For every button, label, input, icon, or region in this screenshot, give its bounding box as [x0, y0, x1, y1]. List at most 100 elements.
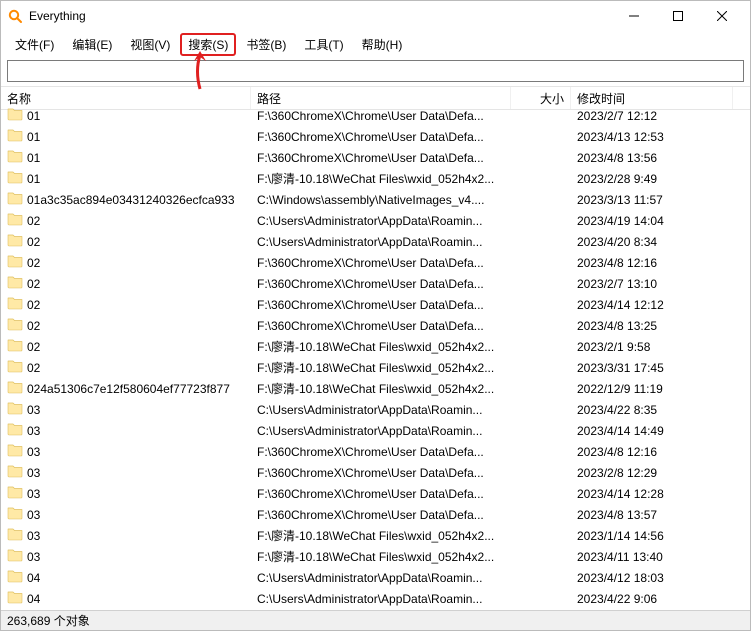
- result-row[interactable]: 03F:\廖清-10.18\WeChat Files\wxid_052h4x2.…: [1, 546, 750, 567]
- folder-icon: [7, 422, 27, 439]
- folder-icon: [7, 254, 27, 271]
- result-row[interactable]: 02C:\Users\Administrator\AppData\Roamin.…: [1, 210, 750, 231]
- folder-icon: [7, 527, 27, 544]
- menu-file[interactable]: 文件(F): [7, 33, 62, 56]
- cell-date: 2023/4/11 13:40: [577, 550, 663, 564]
- cell-path: F:\廖清-10.18\WeChat Files\wxid_052h4x2...: [257, 359, 494, 376]
- result-row[interactable]: 03F:\360ChromeX\Chrome\User Data\Defa...…: [1, 441, 750, 462]
- cell-name: 04: [27, 571, 40, 585]
- cell-date: 2022/12/9 11:19: [577, 382, 663, 396]
- cell-date: 2023/2/28 9:49: [577, 172, 657, 186]
- folder-icon: [7, 590, 27, 607]
- cell-date: 2023/3/31 17:45: [577, 361, 664, 375]
- result-row[interactable]: 03 C:\Users\Administrator\AppData\Roamin.…: [1, 420, 750, 441]
- cell-name: 03: [27, 550, 40, 564]
- result-row[interactable]: 02F:\360ChromeX\Chrome\User Data\Defa...…: [1, 294, 750, 315]
- status-bar: 263,689 个对象: [1, 610, 750, 630]
- folder-icon: [7, 401, 27, 418]
- cell-name: 02: [27, 319, 40, 333]
- menu-view[interactable]: 视图(V): [122, 33, 178, 56]
- cell-name: 02: [27, 256, 40, 270]
- cell-path: F:\360ChromeX\Chrome\User Data\Defa...: [257, 277, 484, 291]
- result-row[interactable]: 02F:\360ChromeX\Chrome\User Data\Defa...…: [1, 273, 750, 294]
- menu-tools[interactable]: 工具(T): [296, 33, 351, 56]
- result-row[interactable]: 04C:\Users\Administrator\AppData\Roamin.…: [1, 567, 750, 588]
- cell-path: F:\廖清-10.18\WeChat Files\wxid_052h4x2...: [257, 338, 494, 355]
- cell-date: 2023/4/14 14:49: [577, 424, 664, 438]
- cell-path: F:\360ChromeX\Chrome\User Data\Defa...: [257, 151, 484, 165]
- results-list[interactable]: 01 F:\360ChromeX\Chrome\User Data\Defa...…: [1, 105, 750, 610]
- result-row[interactable]: 024a51306c7e12f580604ef77723f877F:\廖清-10…: [1, 378, 750, 399]
- status-count: 263,689 个对象: [7, 612, 90, 629]
- cell-name: 03: [27, 466, 40, 480]
- folder-icon: [7, 380, 27, 397]
- folder-icon: [7, 233, 27, 250]
- folder-icon: [7, 506, 27, 523]
- close-button[interactable]: [700, 1, 744, 31]
- cell-date: 2023/1/14 14:56: [577, 529, 664, 543]
- cell-path: F:\360ChromeX\Chrome\User Data\Defa...: [257, 319, 484, 333]
- cell-date: 2023/4/20 8:34: [577, 235, 657, 249]
- maximize-button[interactable]: [656, 1, 700, 31]
- menu-edit[interactable]: 编辑(E): [64, 33, 120, 56]
- result-row[interactable]: 03F:\360ChromeX\Chrome\User Data\Defa...…: [1, 504, 750, 525]
- result-row[interactable]: 02F:\廖清-10.18\WeChat Files\wxid_052h4x2.…: [1, 336, 750, 357]
- menu-search[interactable]: 搜索(S): [180, 33, 236, 56]
- cell-name: 01a3c35ac894e03431240326ecfca933: [27, 193, 235, 207]
- result-row[interactable]: 01 F:\360ChromeX\Chrome\User Data\Defa...…: [1, 126, 750, 147]
- folder-icon: [7, 443, 27, 460]
- result-row[interactable]: 01F:\360ChromeX\Chrome\User Data\Defa...…: [1, 147, 750, 168]
- window-title: Everything: [29, 9, 86, 23]
- cell-path: C:\Users\Administrator\AppData\Roamin...: [257, 424, 482, 438]
- cell-date: 2023/4/14 12:12: [577, 298, 664, 312]
- cell-name: 03: [27, 424, 40, 438]
- result-row[interactable]: 03C:\Users\Administrator\AppData\Roamin.…: [1, 399, 750, 420]
- folder-icon: [7, 275, 27, 292]
- result-row[interactable]: 02F:\360ChromeX\Chrome\User Data\Defa...…: [1, 252, 750, 273]
- result-row[interactable]: 01F:\360ChromeX\Chrome\User Data\Defa...…: [1, 105, 750, 126]
- folder-icon: [7, 212, 27, 229]
- search-input[interactable]: [7, 60, 744, 82]
- result-row[interactable]: 01F:\廖清-10.18\WeChat Files\wxid_052h4x2.…: [1, 168, 750, 189]
- cell-date: 2023/4/12 18:03: [577, 571, 664, 585]
- cell-name: 03: [27, 445, 40, 459]
- cell-path: F:\360ChromeX\Chrome\User Data\Defa...: [257, 109, 484, 123]
- result-row[interactable]: 02F:\廖清-10.18\WeChat Files\wxid_052h4x2.…: [1, 357, 750, 378]
- cell-date: 2023/4/19 14:04: [577, 214, 664, 228]
- cell-name: 01: [27, 130, 40, 144]
- folder-icon: [7, 485, 27, 502]
- cell-name: 04: [27, 592, 40, 606]
- result-row[interactable]: 04 C:\Users\Administrator\AppData\Roamin.…: [1, 588, 750, 609]
- folder-icon: [7, 296, 27, 313]
- cell-name: 03: [27, 508, 40, 522]
- cell-name: 024a51306c7e12f580604ef77723f877: [27, 382, 230, 396]
- cell-date: 2023/4/13 12:53: [577, 130, 664, 144]
- result-row[interactable]: 01a3c35ac894e03431240326ecfca933C:\Windo…: [1, 189, 750, 210]
- cell-path: F:\360ChromeX\Chrome\User Data\Defa...: [257, 130, 484, 144]
- cell-path: F:\360ChromeX\Chrome\User Data\Defa...: [257, 466, 484, 480]
- cell-date: 2023/4/8 13:56: [577, 151, 657, 165]
- menu-bar: 文件(F) 编辑(E) 视图(V) 搜索(S) 书签(B) 工具(T) 帮助(H…: [1, 31, 750, 58]
- cell-date: 2023/3/13 11:57: [577, 193, 663, 207]
- folder-icon: [7, 191, 27, 208]
- menu-help[interactable]: 帮助(H): [354, 33, 411, 56]
- title-bar: Everything: [1, 1, 750, 31]
- cell-date: 2023/4/8 13:25: [577, 319, 657, 333]
- menu-bookmarks[interactable]: 书签(B): [238, 33, 294, 56]
- result-row[interactable]: 03F:\360ChromeX\Chrome\User Data\Defa...…: [1, 483, 750, 504]
- cell-date: 2023/4/22 8:35: [577, 403, 657, 417]
- minimize-button[interactable]: [612, 1, 656, 31]
- folder-icon: [7, 317, 27, 334]
- cell-date: 2023/2/8 12:29: [577, 466, 657, 480]
- cell-date: 2023/4/14 12:28: [577, 487, 664, 501]
- cell-path: C:\Users\Administrator\AppData\Roamin...: [257, 592, 482, 606]
- cell-path: C:\Users\Administrator\AppData\Roamin...: [257, 403, 482, 417]
- result-row[interactable]: 03 F:\360ChromeX\Chrome\User Data\Defa...…: [1, 462, 750, 483]
- cell-date: 2023/2/7 12:12: [577, 109, 657, 123]
- result-row[interactable]: 02 F:\360ChromeX\Chrome\User Data\Defa...…: [1, 315, 750, 336]
- cell-date: 2023/4/8 12:16: [577, 256, 657, 270]
- search-bar: [1, 58, 750, 86]
- result-row[interactable]: 03F:\廖清-10.18\WeChat Files\wxid_052h4x2.…: [1, 525, 750, 546]
- folder-icon: [7, 548, 27, 565]
- result-row[interactable]: 02C:\Users\Administrator\AppData\Roamin.…: [1, 231, 750, 252]
